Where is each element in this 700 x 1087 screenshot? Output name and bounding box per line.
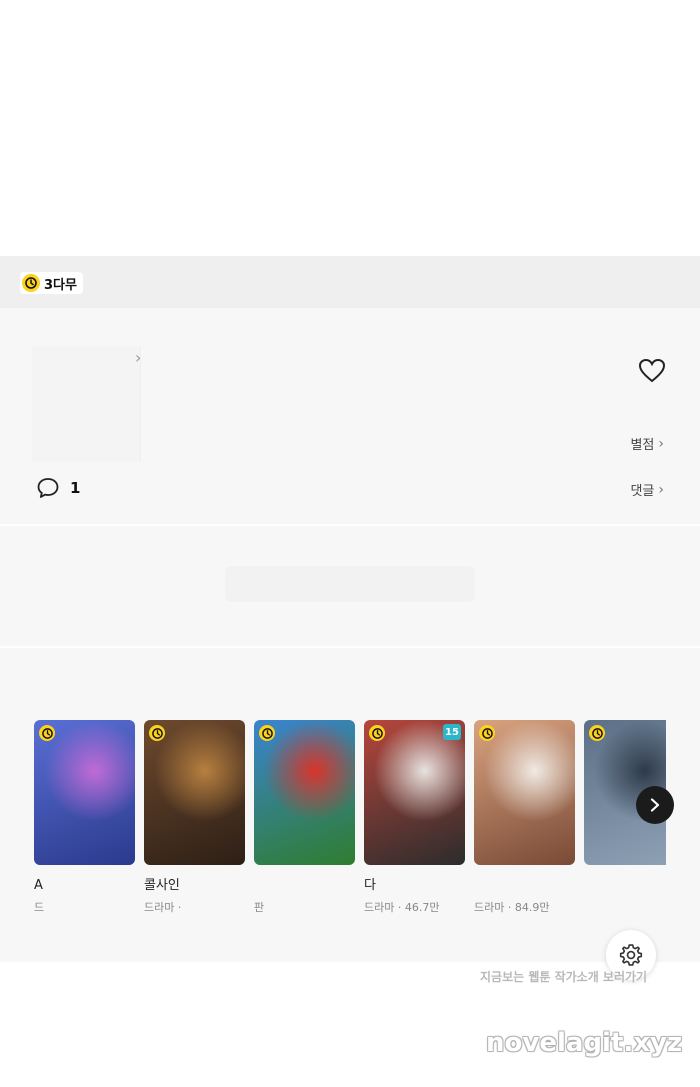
- top-blank-area: [0, 0, 700, 256]
- comic-title: [254, 877, 355, 895]
- comment-count[interactable]: 1: [36, 476, 80, 500]
- comic-title: 다: [364, 878, 376, 893]
- clock-icon: [369, 725, 385, 741]
- recommendation-carousel[interactable]: A 드 콜사인 드라마 · 판 15 다 드라마 · 46.7만 드라마 · 84.9만: [34, 720, 666, 950]
- comic-meta: 드라마 · 46.7만: [364, 901, 440, 914]
- clock-icon: [259, 725, 275, 741]
- clock-icon: [39, 725, 55, 741]
- speech-bubble-icon: [37, 478, 59, 498]
- chevron-right-icon: ›: [658, 435, 664, 452]
- blurred-banner: [225, 566, 475, 602]
- chevron-right-icon: [650, 798, 660, 812]
- recommendation-card[interactable]: 판: [254, 720, 355, 917]
- rating-link[interactable]: 별점 ›: [630, 434, 664, 454]
- clock-icon: [479, 725, 495, 741]
- episode-info-section: › 별점 › 1 댓글 ›: [0, 308, 700, 524]
- clock-icon: [589, 725, 605, 741]
- carousel-next-button[interactable]: [636, 786, 674, 824]
- chevron-right-icon: ›: [658, 481, 664, 498]
- comments-label: 댓글: [630, 484, 655, 499]
- comic-thumbnail[interactable]: [254, 720, 355, 865]
- recommendation-card[interactable]: A드: [34, 720, 135, 917]
- comic-title: [584, 877, 666, 895]
- comment-number: 1: [70, 479, 81, 497]
- comic-thumbnail[interactable]: [34, 720, 135, 865]
- comic-meta: 드라마 ·: [144, 901, 182, 914]
- comic-title: [474, 877, 575, 895]
- author-intro-link[interactable]: 지금보는 웹툰 작가소개 보러가기: [480, 968, 680, 990]
- clock-icon: [149, 725, 165, 741]
- wait-free-badge: 3다무: [20, 272, 83, 294]
- comic-thumbnail[interactable]: [474, 720, 575, 865]
- comic-meta: 드: [34, 901, 45, 914]
- comic-meta: 판: [254, 901, 265, 914]
- comic-thumbnail[interactable]: 15: [364, 720, 465, 865]
- comic-thumbnail[interactable]: [144, 720, 245, 865]
- middle-section: [0, 526, 700, 646]
- wait-free-label: 3다무: [44, 277, 77, 293]
- recommendation-section: A 드 콜사인 드라마 · 판 15 다 드라마 · 46.7만 드라마 · 84.9만: [0, 648, 700, 962]
- rating-label: 별점: [630, 438, 655, 453]
- comic-meta: 드라마 · 84.9만: [474, 901, 550, 914]
- heart-icon[interactable]: [638, 358, 666, 384]
- comments-link[interactable]: 댓글 ›: [630, 480, 664, 500]
- wait-free-bar: 3다무: [0, 256, 700, 308]
- recommendation-card[interactable]: 15 다드라마 · 46.7만: [364, 720, 465, 917]
- watermark: novelagit.xyz: [486, 1028, 683, 1058]
- chevron-right-icon[interactable]: ›: [135, 348, 141, 367]
- age-rating-badge: 15: [443, 724, 461, 740]
- recommendation-card[interactable]: 콜사인드라마 ·: [144, 720, 245, 917]
- recommendation-card[interactable]: 드라마 · 84.9만: [474, 720, 575, 917]
- clock-icon: [22, 274, 40, 292]
- comic-meta: [584, 899, 666, 917]
- gear-icon: [619, 944, 643, 966]
- comic-title: 콜사인: [144, 878, 180, 893]
- blurred-cover: [32, 346, 141, 462]
- comic-title: A: [34, 878, 43, 893]
